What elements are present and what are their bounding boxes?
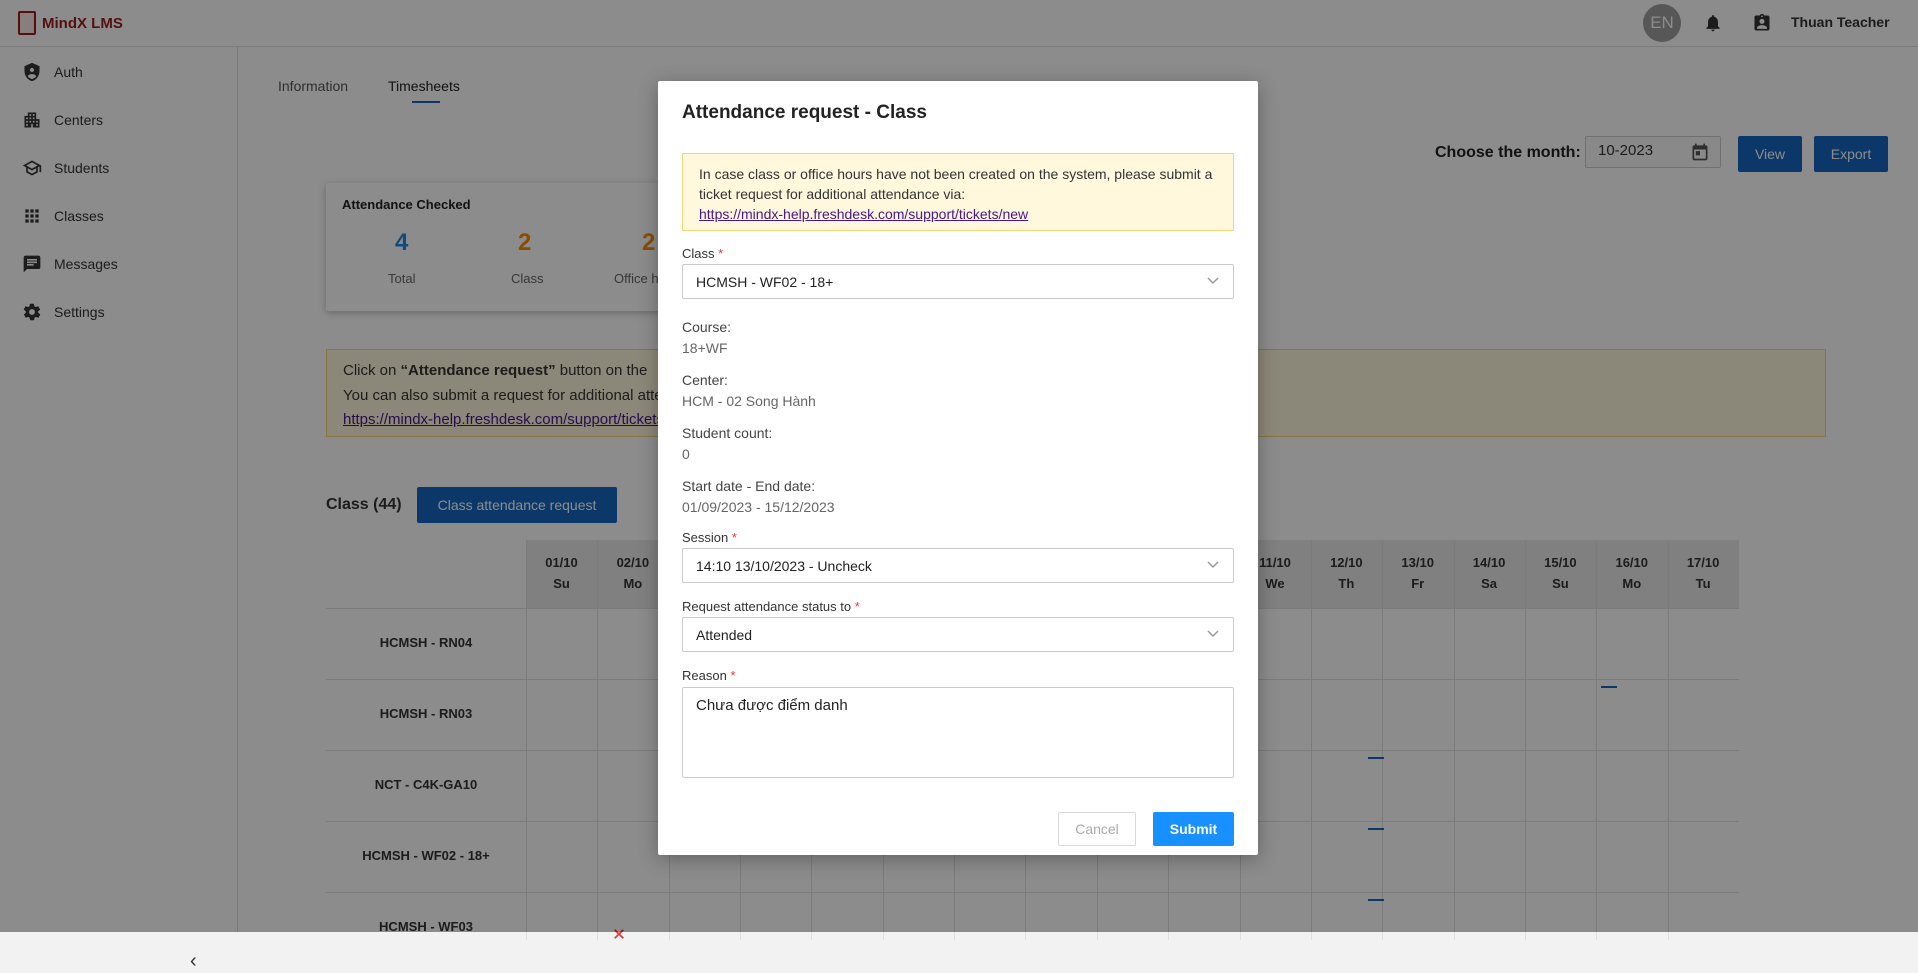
cancel-button[interactable]: Cancel <box>1058 812 1136 846</box>
dates-label: Start date - End date: <box>682 478 816 494</box>
center-label: Center: <box>682 372 728 388</box>
modal-notice-text: In case class or office hours have not b… <box>699 166 1213 202</box>
reason-field-label: Reason * <box>682 668 736 683</box>
class-select[interactable]: HCMSH - WF02 - 18+ <box>682 264 1234 299</box>
modal-notice-link[interactable]: https://mindx-help.freshdesk.com/support… <box>699 206 1028 222</box>
session-select-value: 14:10 13/10/2023 - Uncheck <box>696 558 872 574</box>
course-value: 18+WF <box>682 340 728 356</box>
status-field-label: Request attendance status to * <box>682 599 860 614</box>
session-select[interactable]: 14:10 13/10/2023 - Uncheck <box>682 548 1234 583</box>
status-select[interactable]: Attended <box>682 617 1234 652</box>
center-value: HCM - 02 Song Hành <box>682 393 816 409</box>
course-label: Course: <box>682 319 732 335</box>
modal-title: Attendance request - Class <box>682 102 927 123</box>
collapse-sidebar-icon[interactable]: ‹ <box>190 950 197 973</box>
chevron-down-icon <box>1207 561 1219 569</box>
dates-value: 01/09/2023 - 15/12/2023 <box>682 499 835 515</box>
attendance-request-modal: Attendance request - Class In case class… <box>658 81 1258 855</box>
chevron-down-icon <box>1207 630 1219 638</box>
session-field-label: Session * <box>682 530 737 545</box>
status-select-value: Attended <box>696 627 753 643</box>
submit-button[interactable]: Submit <box>1153 812 1234 846</box>
class-select-value: HCMSH - WF02 - 18+ <box>696 274 834 290</box>
chevron-down-icon <box>1207 277 1219 285</box>
reason-textarea[interactable]: Chưa được điểm danh <box>682 687 1234 778</box>
class-field-label: Class * <box>682 246 724 261</box>
student-count-value: 0 <box>682 446 690 462</box>
modal-notice: In case class or office hours have not b… <box>682 153 1234 231</box>
student-count-label: Student count: <box>682 425 773 441</box>
